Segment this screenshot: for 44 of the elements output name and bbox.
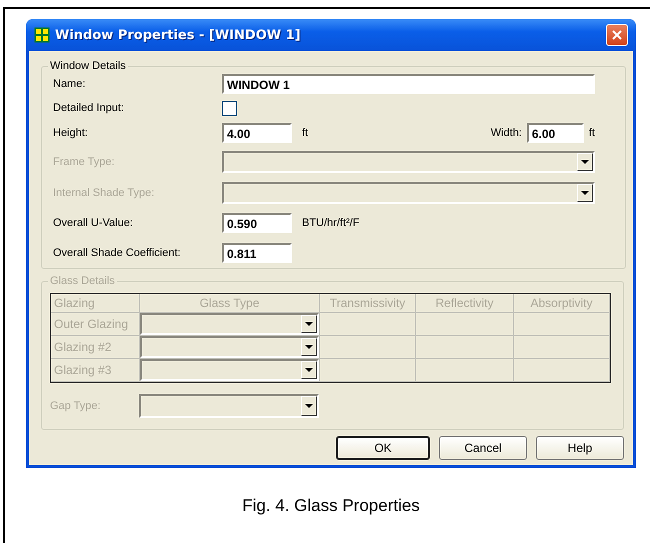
close-button[interactable] bbox=[606, 24, 628, 46]
column-header: Transmissivity bbox=[320, 294, 416, 313]
input-field[interactable]: 6.00 bbox=[526, 123, 584, 143]
caret-icon bbox=[305, 368, 313, 372]
dialog-button[interactable]: OK bbox=[336, 436, 430, 460]
dropdown[interactable] bbox=[140, 336, 319, 358]
input-field[interactable]: WINDOW 1 bbox=[222, 74, 595, 94]
input-field[interactable]: 0.811 bbox=[222, 243, 292, 263]
caret-icon bbox=[581, 190, 589, 194]
group-label: Window Details bbox=[49, 60, 127, 72]
group-label: Glass Details bbox=[49, 275, 116, 287]
close-icon bbox=[612, 30, 622, 40]
field-label: Gap Type: bbox=[50, 400, 102, 412]
dropdown[interactable] bbox=[140, 313, 319, 335]
input-field[interactable]: 4.00 bbox=[222, 123, 292, 143]
dialog-button[interactable]: Help bbox=[536, 436, 624, 460]
unit-label: ft bbox=[588, 127, 595, 139]
dialog-button[interactable]: Cancel bbox=[439, 436, 527, 460]
window-grid-icon bbox=[34, 27, 50, 43]
caret-icon bbox=[305, 404, 313, 408]
caret-icon bbox=[581, 160, 589, 164]
field-label: Name: bbox=[53, 78, 86, 90]
unit-label: BTU/hr/ft²/F bbox=[302, 217, 360, 229]
unit-label: ft bbox=[302, 127, 308, 139]
column-header: Absorptivity bbox=[514, 294, 610, 313]
checkbox[interactable] bbox=[222, 100, 237, 116]
field-label: Height: bbox=[53, 127, 89, 139]
window-title: Window Properties - [WINDOW 1] bbox=[55, 28, 301, 42]
caret-icon bbox=[305, 345, 313, 349]
dropdown[interactable] bbox=[222, 150, 595, 172]
field-label: Overall U-Value: bbox=[53, 217, 134, 229]
column-header: Reflectivity bbox=[416, 294, 514, 313]
column-header: Glazing bbox=[51, 294, 140, 313]
field-label: Width: bbox=[490, 127, 522, 139]
field-label: Internal Shade Type: bbox=[53, 186, 156, 198]
input-field[interactable]: 0.590 bbox=[222, 213, 292, 233]
field-label: Frame Type: bbox=[53, 156, 116, 168]
figure-caption: Fig. 4. Glass Properties bbox=[241, 496, 421, 516]
dropdown[interactable] bbox=[222, 182, 595, 204]
dropdown[interactable] bbox=[139, 394, 319, 418]
caret-icon bbox=[305, 322, 313, 326]
dropdown[interactable] bbox=[140, 359, 319, 381]
field-label: Overall Shade Coefficient: bbox=[53, 247, 182, 259]
field-label: Detailed Input: bbox=[53, 102, 125, 114]
